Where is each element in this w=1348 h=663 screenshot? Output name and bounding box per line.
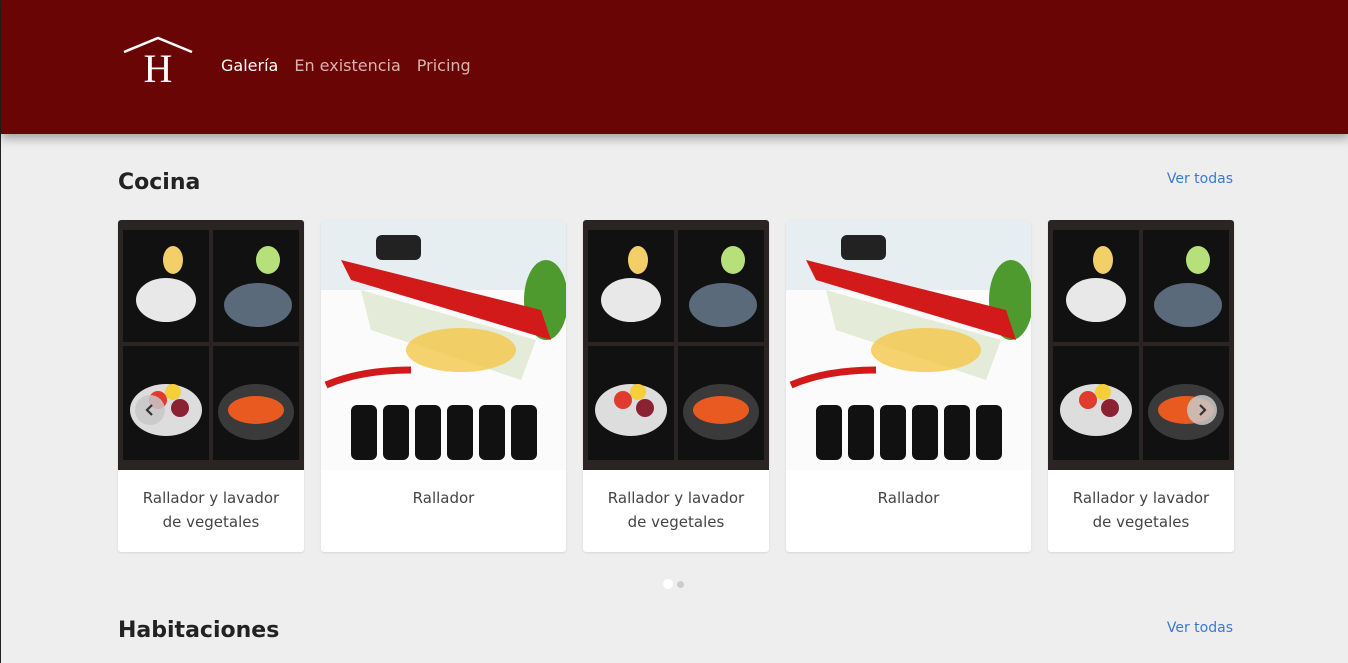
product-caption: Rallador y lavador de vegetales bbox=[607, 489, 745, 531]
product-image bbox=[786, 220, 1031, 470]
product-caption: Rallador y lavador de vegetales bbox=[1072, 489, 1210, 531]
chevron-left-icon bbox=[145, 404, 153, 416]
see-all-habitaciones-link[interactable]: Ver todas bbox=[1167, 620, 1233, 636]
product-carousel: Rallador y lavador de vegetales Rallador bbox=[118, 220, 1234, 552]
product-image bbox=[583, 220, 769, 470]
product-image bbox=[1048, 220, 1234, 470]
svg-text:H: H bbox=[144, 46, 173, 86]
product-image bbox=[118, 220, 304, 470]
product-caption: Rallador bbox=[412, 489, 475, 507]
carousel-pagination bbox=[663, 579, 684, 589]
chevron-right-icon bbox=[1199, 404, 1207, 416]
product-card[interactable]: Rallador bbox=[786, 220, 1031, 552]
carousel-dot-1[interactable] bbox=[663, 579, 673, 589]
home-logo[interactable]: H bbox=[122, 36, 194, 91]
see-all-cocina-link[interactable]: Ver todas bbox=[1167, 171, 1233, 187]
carousel-dot-2[interactable] bbox=[677, 580, 684, 588]
nav-pricing[interactable]: Pricing bbox=[417, 56, 471, 75]
product-caption: Rallador y lavador de vegetales bbox=[142, 489, 280, 531]
section-title-cocina: Cocina bbox=[118, 170, 201, 195]
product-caption: Rallador bbox=[877, 489, 940, 507]
top-navbar: H Galería En existencia Pricing bbox=[1, 0, 1348, 134]
product-card[interactable]: Rallador y lavador de vegetales bbox=[1048, 220, 1234, 552]
main-nav: Galería En existencia Pricing bbox=[221, 56, 471, 75]
section-title-habitaciones: Habitaciones bbox=[118, 618, 280, 643]
product-card[interactable]: Rallador bbox=[321, 220, 566, 552]
nav-galeria[interactable]: Galería bbox=[221, 56, 278, 75]
carousel-prev-button[interactable] bbox=[135, 395, 165, 425]
product-image bbox=[321, 220, 566, 470]
product-card[interactable]: Rallador y lavador de vegetales bbox=[583, 220, 769, 552]
nav-en-existencia[interactable]: En existencia bbox=[294, 56, 400, 75]
carousel-next-button[interactable] bbox=[1187, 395, 1217, 425]
product-card[interactable]: Rallador y lavador de vegetales bbox=[118, 220, 304, 552]
